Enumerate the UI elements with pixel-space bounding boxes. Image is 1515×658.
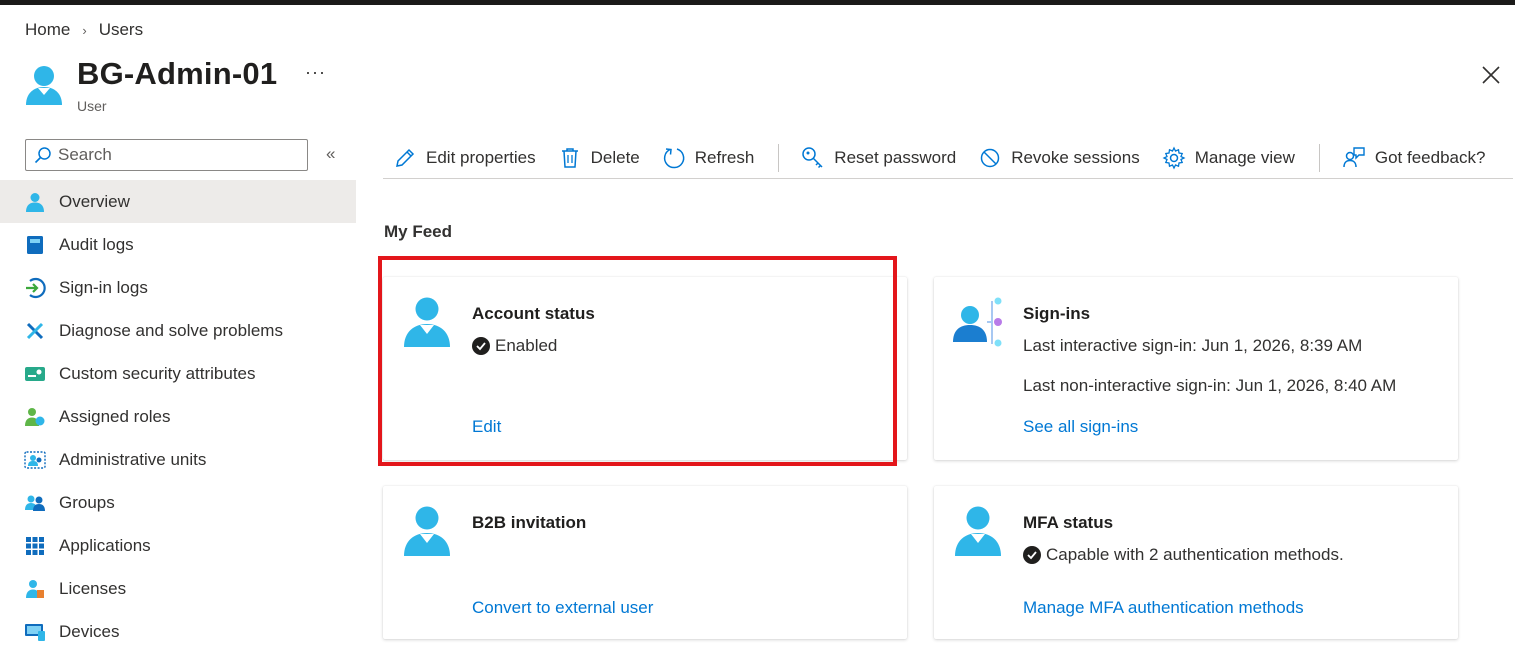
page-title: BG-Admin-01 xyxy=(77,56,278,91)
last-interactive-sign-in: Last interactive sign-in: Jun 1, 2026, 8… xyxy=(1023,336,1363,355)
search-icon xyxy=(34,147,51,164)
card-title: MFA status xyxy=(1023,513,1114,532)
last-non-interactive-sign-in: Last non-interactive sign-in: Jun 1, 202… xyxy=(1023,376,1397,395)
sidebar-item-label: Administrative units xyxy=(59,449,207,469)
convert-to-external-user-link[interactable]: Convert to external user xyxy=(472,598,653,618)
card-title: Account status xyxy=(472,304,595,323)
top-bar xyxy=(0,0,1515,5)
feedback-label: Got feedback? xyxy=(1374,147,1486,167)
sign-ins-card: Sign-ins Last interactive sign-in: Jun 1… xyxy=(934,277,1458,460)
devices-icon xyxy=(24,621,46,643)
search-box[interactable] xyxy=(25,139,308,171)
user-icon xyxy=(955,506,1001,556)
feedback-icon xyxy=(1342,146,1366,170)
sidebar-item-label: Audit logs xyxy=(59,234,134,254)
audit-log-icon xyxy=(24,234,46,256)
search-input[interactable] xyxy=(58,145,298,165)
edit-properties-button[interactable]: Edit properties xyxy=(393,141,536,175)
sidebar-item-assigned-roles[interactable]: Assigned roles xyxy=(0,395,356,438)
manage-mfa-link[interactable]: Manage MFA authentication methods xyxy=(1023,598,1304,618)
sidebar-item-label: Overview xyxy=(59,191,130,211)
sidebar-item-label: Diagnose and solve problems xyxy=(59,320,283,340)
user-icon xyxy=(26,66,62,105)
chevron-right-icon: › xyxy=(82,22,87,38)
applications-icon xyxy=(24,535,46,557)
block-icon xyxy=(978,146,1002,170)
user-icon xyxy=(24,191,46,213)
gear-icon xyxy=(1162,146,1186,170)
pencil-icon xyxy=(393,146,417,170)
refresh-icon xyxy=(662,146,686,170)
command-bar: Edit properties Delete Refresh Reset pas… xyxy=(383,137,1513,179)
sidebar-item-label: Devices xyxy=(59,621,120,641)
wrench-icon xyxy=(24,320,46,342)
account-status-card: Account status Enabled Edit xyxy=(383,277,907,460)
see-all-sign-ins-link[interactable]: See all sign-ins xyxy=(1023,417,1138,437)
licenses-icon xyxy=(24,578,46,600)
sidebar-item-devices[interactable]: Devices xyxy=(0,610,356,653)
sidebar-item-overview[interactable]: Overview xyxy=(0,180,356,223)
sign-in-icon xyxy=(24,277,46,299)
sign-ins-icon xyxy=(953,297,1002,347)
sidebar-item-sign-in-logs[interactable]: Sign-in logs xyxy=(0,266,356,309)
mfa-status-value: Capable with 2 authentication methods. xyxy=(1046,545,1344,564)
sidebar-item-label: Licenses xyxy=(59,578,127,598)
sidebar-item-diagnose[interactable]: Diagnose and solve problems xyxy=(0,309,356,352)
sidebar-item-applications[interactable]: Applications xyxy=(0,524,356,567)
groups-icon xyxy=(24,492,46,514)
sidebar-item-label: Assigned roles xyxy=(59,406,171,426)
refresh-label: Refresh xyxy=(694,147,755,167)
card-title: Sign-ins xyxy=(1023,304,1091,323)
sidebar-item-groups[interactable]: Groups xyxy=(0,481,356,524)
status-line: Enabled xyxy=(472,336,557,356)
admin-units-icon xyxy=(24,449,46,471)
toolbar-divider xyxy=(1318,143,1320,172)
user-icon xyxy=(404,297,450,347)
trash-icon xyxy=(558,146,582,170)
page-subtitle: User xyxy=(77,98,107,114)
sidebar-item-label: Applications xyxy=(59,535,151,555)
collapse-sidebar-button[interactable]: « xyxy=(326,144,335,164)
sidebar-item-custom-security-attributes[interactable]: Custom security attributes xyxy=(0,352,356,395)
sidebar-nav: Overview Audit logs Sign-in logs Diagnos… xyxy=(0,180,356,653)
breadcrumb: Home › Users xyxy=(25,20,143,40)
key-icon xyxy=(801,146,825,170)
revoke-sessions-label: Revoke sessions xyxy=(1011,147,1140,167)
edit-link[interactable]: Edit xyxy=(472,417,501,437)
sidebar-item-label: Groups xyxy=(59,492,115,512)
user-icon xyxy=(404,506,450,556)
roles-icon xyxy=(24,406,46,428)
section-title: My Feed xyxy=(384,222,453,241)
revoke-sessions-button[interactable]: Revoke sessions xyxy=(978,141,1140,175)
manage-view-button[interactable]: Manage view xyxy=(1162,141,1295,175)
security-attributes-icon xyxy=(24,363,46,385)
close-icon[interactable] xyxy=(1480,64,1502,86)
toolbar-divider xyxy=(778,143,780,172)
sidebar-item-administrative-units[interactable]: Administrative units xyxy=(0,438,356,481)
breadcrumb-home[interactable]: Home xyxy=(25,20,70,40)
sidebar-item-licenses[interactable]: Licenses xyxy=(0,567,356,610)
reset-password-label: Reset password xyxy=(834,147,957,167)
edit-properties-label: Edit properties xyxy=(426,147,536,167)
sidebar-item-label: Sign-in logs xyxy=(59,277,148,297)
check-circle-icon xyxy=(1023,546,1041,564)
check-circle-icon xyxy=(472,337,490,355)
mfa-status-card: MFA status Capable with 2 authentication… xyxy=(934,486,1458,639)
card-title: B2B invitation xyxy=(472,513,587,532)
delete-button[interactable]: Delete xyxy=(558,141,640,175)
delete-label: Delete xyxy=(590,147,640,167)
refresh-button[interactable]: Refresh xyxy=(662,141,755,175)
account-status-value: Enabled xyxy=(495,336,558,355)
sidebar-item-audit-logs[interactable]: Audit logs xyxy=(0,223,356,266)
breadcrumb-users[interactable]: Users xyxy=(99,20,143,40)
sidebar-item-label: Custom security attributes xyxy=(59,363,256,383)
manage-view-label: Manage view xyxy=(1194,147,1295,167)
status-line: Capable with 2 authentication methods. xyxy=(1023,545,1344,565)
b2b-invitation-card: B2B invitation Convert to external user xyxy=(383,486,907,639)
more-options-button[interactable]: ··· xyxy=(305,62,326,83)
feedback-button[interactable]: Got feedback? xyxy=(1342,141,1486,175)
reset-password-button[interactable]: Reset password xyxy=(801,141,956,175)
